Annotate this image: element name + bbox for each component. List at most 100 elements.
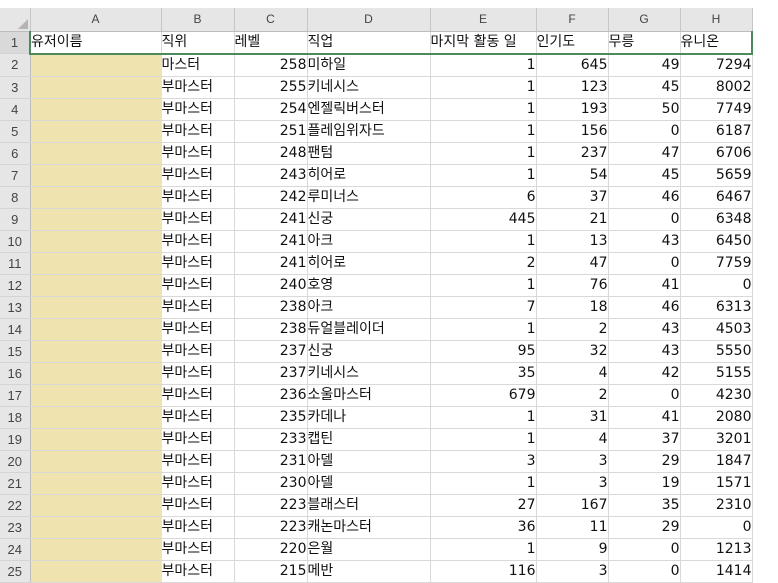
cell-level[interactable]: 235 — [234, 406, 308, 429]
cell-job[interactable]: 캐논마스터 — [307, 516, 431, 539]
row-header[interactable]: 17 — [0, 384, 31, 407]
row-header[interactable]: 23 — [0, 516, 31, 539]
cell-username[interactable] — [30, 472, 162, 495]
cell-popularity[interactable]: 123 — [536, 76, 609, 99]
cell-username[interactable] — [30, 76, 162, 99]
row-header[interactable]: 16 — [0, 362, 31, 385]
cell-position[interactable]: 부마스터 — [161, 472, 235, 495]
cell-job[interactable]: 아크 — [307, 230, 431, 253]
cell-job[interactable]: 키네시스 — [307, 76, 431, 99]
column-header-b[interactable]: B — [161, 8, 235, 32]
column-header-c[interactable]: C — [234, 8, 308, 32]
cell-union[interactable]: 7294 — [680, 53, 753, 77]
cell-username[interactable] — [30, 208, 162, 231]
cell-popularity[interactable]: 193 — [536, 98, 609, 121]
cell-last-active[interactable]: 3 — [430, 450, 537, 473]
cell-position[interactable]: 부마스터 — [161, 76, 235, 99]
cell-level[interactable]: 241 — [234, 230, 308, 253]
cell-union[interactable]: 5550 — [680, 340, 753, 363]
cell-last-active[interactable]: 1 — [430, 53, 537, 77]
cell-mureung[interactable]: 45 — [608, 164, 681, 187]
cell-header-job[interactable]: 직업 — [307, 31, 431, 55]
cell-mureung[interactable]: 0 — [608, 560, 681, 583]
cell-position[interactable]: 마스터 — [161, 53, 235, 77]
cell-popularity[interactable]: 3 — [536, 472, 609, 495]
cell-position[interactable]: 부마스터 — [161, 318, 235, 341]
cell-job[interactable]: 블래스터 — [307, 494, 431, 517]
cell-last-active[interactable]: 1 — [430, 538, 537, 561]
column-header-e[interactable]: E — [430, 8, 537, 32]
cell-username[interactable] — [30, 164, 162, 187]
cell-job[interactable]: 카데나 — [307, 406, 431, 429]
cell-job[interactable]: 히어로 — [307, 164, 431, 187]
cell-job[interactable]: 엔젤릭버스터 — [307, 98, 431, 121]
row-header[interactable]: 13 — [0, 296, 31, 319]
cell-last-active[interactable]: 27 — [430, 494, 537, 517]
cell-last-active[interactable]: 1 — [430, 142, 537, 165]
cell-union[interactable]: 6348 — [680, 208, 753, 231]
cell-username[interactable] — [30, 142, 162, 165]
cell-mureung[interactable]: 29 — [608, 516, 681, 539]
cell-mureung[interactable]: 0 — [608, 252, 681, 275]
cell-popularity[interactable]: 645 — [536, 53, 609, 77]
cell-mureung[interactable]: 46 — [608, 296, 681, 319]
cell-mureung[interactable]: 47 — [608, 142, 681, 165]
cell-mureung[interactable]: 50 — [608, 98, 681, 121]
row-header[interactable]: 2 — [0, 53, 31, 77]
cell-level[interactable]: 240 — [234, 274, 308, 297]
cell-level[interactable]: 241 — [234, 252, 308, 275]
cell-level[interactable]: 248 — [234, 142, 308, 165]
cell-popularity[interactable]: 54 — [536, 164, 609, 187]
column-header-f[interactable]: F — [536, 8, 609, 32]
cell-username[interactable] — [30, 450, 162, 473]
cell-level[interactable]: 237 — [234, 362, 308, 385]
cell-username[interactable] — [30, 186, 162, 209]
cell-level[interactable]: 243 — [234, 164, 308, 187]
cell-level[interactable]: 238 — [234, 296, 308, 319]
cell-last-active[interactable]: 679 — [430, 384, 537, 407]
cell-popularity[interactable]: 3 — [536, 560, 609, 583]
cell-last-active[interactable]: 116 — [430, 560, 537, 583]
cell-mureung[interactable]: 0 — [608, 120, 681, 143]
cell-username[interactable] — [30, 406, 162, 429]
row-header[interactable]: 18 — [0, 406, 31, 429]
cell-union[interactable]: 2080 — [680, 406, 753, 429]
cell-union[interactable]: 6467 — [680, 186, 753, 209]
cell-last-active[interactable]: 7 — [430, 296, 537, 319]
cell-username[interactable] — [30, 384, 162, 407]
cell-position[interactable]: 부마스터 — [161, 252, 235, 275]
cell-union[interactable]: 7759 — [680, 252, 753, 275]
cell-union[interactable]: 5155 — [680, 362, 753, 385]
cell-username[interactable] — [30, 340, 162, 363]
cell-header-union[interactable]: 유니온 — [680, 31, 753, 55]
cell-level[interactable]: 238 — [234, 318, 308, 341]
cell-mureung[interactable]: 45 — [608, 76, 681, 99]
cell-popularity[interactable]: 4 — [536, 362, 609, 385]
cell-mureung[interactable]: 41 — [608, 274, 681, 297]
cell-popularity[interactable]: 31 — [536, 406, 609, 429]
row-header[interactable]: 9 — [0, 208, 31, 231]
cell-position[interactable]: 부마스터 — [161, 186, 235, 209]
cell-last-active[interactable]: 1 — [430, 98, 537, 121]
cell-union[interactable]: 6706 — [680, 142, 753, 165]
cell-last-active[interactable]: 95 — [430, 340, 537, 363]
row-header[interactable]: 6 — [0, 142, 31, 165]
row-header[interactable]: 20 — [0, 450, 31, 473]
cell-username[interactable] — [30, 538, 162, 561]
cell-last-active[interactable]: 445 — [430, 208, 537, 231]
cell-union[interactable]: 5659 — [680, 164, 753, 187]
cell-level[interactable]: 258 — [234, 53, 308, 77]
cell-popularity[interactable]: 13 — [536, 230, 609, 253]
cell-username[interactable] — [30, 274, 162, 297]
cell-position[interactable]: 부마스터 — [161, 208, 235, 231]
cell-popularity[interactable]: 9 — [536, 538, 609, 561]
row-header[interactable]: 7 — [0, 164, 31, 187]
cell-popularity[interactable]: 156 — [536, 120, 609, 143]
cell-position[interactable]: 부마스터 — [161, 98, 235, 121]
cell-username[interactable] — [30, 560, 162, 583]
cell-position[interactable]: 부마스터 — [161, 120, 235, 143]
cell-last-active[interactable]: 1 — [430, 76, 537, 99]
cell-job[interactable]: 호영 — [307, 274, 431, 297]
cell-union[interactable]: 0 — [680, 274, 753, 297]
cell-popularity[interactable]: 21 — [536, 208, 609, 231]
